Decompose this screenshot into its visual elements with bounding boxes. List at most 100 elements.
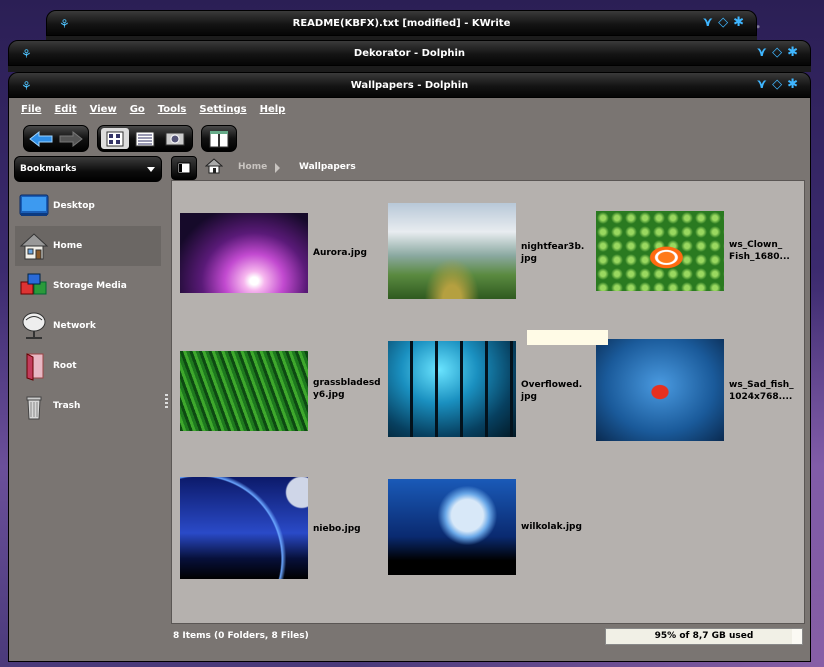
- maximize-icon[interactable]: ◇: [772, 77, 782, 93]
- close-icon[interactable]: ✱: [787, 77, 798, 93]
- sidebar-item-desktop[interactable]: Desktop: [15, 186, 161, 226]
- file-item[interactable]: niebo.jpg: [180, 477, 380, 579]
- sidebar-item-root[interactable]: Root: [15, 346, 161, 386]
- file-name: grassbladesd y6.jpg: [313, 378, 381, 400]
- close-icon[interactable]: ✱: [787, 45, 798, 61]
- breadcrumb-separator-icon: [275, 163, 280, 173]
- forward-button[interactable]: [57, 128, 85, 149]
- status-items-text: 8 Items (0 Folders, 8 Files): [173, 631, 309, 641]
- minimize-icon[interactable]: ⋎: [703, 15, 714, 31]
- preview-icon: [165, 132, 185, 145]
- sidebar-item-label: Home: [53, 241, 83, 251]
- menu-go[interactable]: Go: [130, 104, 145, 120]
- navigation-group: [23, 125, 89, 152]
- file-item[interactable]: wilkolak.jpg: [388, 479, 588, 579]
- menu-file-label: File: [21, 104, 42, 115]
- location-mode-toggle[interactable]: [171, 156, 197, 180]
- file-thumbnail: [180, 477, 308, 579]
- file-name: ws_Sad_fish_ 1024x768....: [729, 380, 794, 402]
- file-item[interactable]: Aurora.jpg: [180, 211, 380, 311]
- file-name: Overflowed. jpg: [521, 380, 583, 402]
- minimize-icon[interactable]: ⋎: [757, 45, 768, 61]
- details-view-icon: [135, 131, 155, 146]
- dekorator-window-title: Dekorator - Dolphin: [353, 47, 466, 59]
- sidebar-item-storage-media[interactable]: Storage Media: [15, 266, 161, 306]
- dekorator-window-controls: ⋎ ◇ ✱: [757, 45, 798, 61]
- window-menu-icon[interactable]: ⚘: [59, 17, 73, 31]
- file-item[interactable]: grassbladesd y6.jpg: [180, 349, 381, 449]
- menu-bar: File Edit View Go Tools Settings Help: [21, 104, 298, 120]
- places-panel: Desktop Home Storage Media Network Root …: [15, 186, 161, 426]
- menu-tools-label: Tools: [157, 104, 187, 115]
- file-item[interactable]: ws_Clown_ Fish_1680...: [596, 211, 796, 311]
- menu-help[interactable]: Help: [260, 104, 286, 120]
- icons-view-button[interactable]: [101, 128, 129, 149]
- file-thumbnail: [180, 213, 308, 293]
- file-item[interactable]: nightfear3b. jpg: [388, 203, 588, 303]
- window-client-area: File Edit View Go Tools Settings Help Bo…: [8, 98, 811, 662]
- file-name: niebo.jpg: [313, 524, 361, 534]
- dekorator-titlebar[interactable]: ⚘ Dekorator - Dolphin ⋎ ◇ ✱: [8, 40, 811, 66]
- file-thumbnail: [388, 479, 516, 575]
- home-icon: [19, 231, 49, 261]
- kwrite-titlebar[interactable]: ⚘ README(KBFX).txt [modified] - KWrite ⋎…: [46, 10, 757, 36]
- capacity-bar: 95% of 8,7 GB used: [605, 628, 803, 645]
- file-item[interactable]: ws_Sad_fish_ 1024x768....: [596, 339, 796, 441]
- dolphin-main-window: ⚘ Wallpapers - Dolphin ⋎ ◇ ✱ File Edit V…: [8, 72, 811, 662]
- file-thumbnail: [388, 341, 516, 437]
- main-window-title: Wallpapers - Dolphin: [350, 79, 469, 91]
- maximize-icon[interactable]: ◇: [718, 15, 728, 31]
- file-item[interactable]: Overflowed. jpg: [388, 341, 588, 441]
- menu-help-label: Help: [259, 104, 286, 115]
- breadcrumb-home[interactable]: Home: [238, 162, 267, 172]
- details-view-button[interactable]: [131, 128, 159, 149]
- preview-button[interactable]: [161, 128, 189, 149]
- file-thumbnail: [596, 211, 724, 291]
- sidebar-item-label: Storage Media: [53, 281, 127, 291]
- root-folder-icon: [19, 351, 49, 381]
- kwrite-window-controls: ⋎ ◇ ✱: [703, 15, 744, 31]
- forward-arrow-icon: [59, 130, 83, 147]
- menu-file[interactable]: File: [21, 104, 41, 120]
- menu-settings[interactable]: Settings: [199, 104, 246, 120]
- main-window-controls: ⋎ ◇ ✱: [757, 77, 798, 93]
- sidebar-item-network[interactable]: Network: [15, 306, 161, 346]
- file-thumbnail: [388, 203, 516, 299]
- view-mode-group: [97, 125, 193, 152]
- storage-media-icon: [19, 271, 49, 301]
- split-group: [201, 125, 237, 152]
- icons-view-icon: [106, 131, 124, 146]
- chevron-down-icon: [147, 167, 155, 172]
- minimize-icon[interactable]: ⋎: [757, 77, 768, 93]
- menu-settings-label: Settings: [199, 104, 247, 115]
- menu-edit[interactable]: Edit: [54, 104, 76, 120]
- sidebar-item-label: Desktop: [53, 201, 95, 211]
- window-menu-icon[interactable]: ⚘: [21, 79, 35, 93]
- panel-splitter-handle[interactable]: [165, 394, 168, 408]
- main-titlebar[interactable]: ⚘ Wallpapers - Dolphin ⋎ ◇ ✱: [8, 72, 811, 98]
- file-name: nightfear3b. jpg: [521, 242, 585, 264]
- file-thumbnail: [596, 339, 724, 441]
- menu-tools[interactable]: Tools: [158, 104, 187, 120]
- split-view-button[interactable]: [205, 128, 233, 149]
- menu-edit-label: Edit: [54, 104, 77, 115]
- sidebar-item-label: Trash: [53, 401, 81, 411]
- back-button[interactable]: [27, 128, 55, 149]
- sidebar-item-trash[interactable]: Trash: [15, 386, 161, 426]
- breadcrumb-current[interactable]: Wallpapers: [299, 162, 356, 172]
- window-menu-icon[interactable]: ⚘: [21, 47, 35, 61]
- bookmarks-combo[interactable]: Bookmarks: [14, 156, 162, 182]
- split-view-icon: [209, 130, 229, 147]
- sidebar-item-home[interactable]: Home: [15, 226, 161, 266]
- menu-go-label: Go: [129, 104, 145, 115]
- file-name: wilkolak.jpg: [521, 522, 582, 532]
- file-name: Aurora.jpg: [313, 248, 367, 258]
- file-name: ws_Clown_ Fish_1680...: [729, 240, 790, 262]
- close-icon[interactable]: ✱: [733, 15, 744, 31]
- maximize-icon[interactable]: ◇: [772, 45, 782, 61]
- capacity-text: 95% of 8,7 GB used: [654, 631, 754, 641]
- back-arrow-icon: [29, 130, 53, 147]
- menu-view[interactable]: View: [90, 104, 117, 120]
- sidebar-item-label: Root: [53, 361, 77, 371]
- breadcrumb-home-icon[interactable]: [204, 158, 224, 176]
